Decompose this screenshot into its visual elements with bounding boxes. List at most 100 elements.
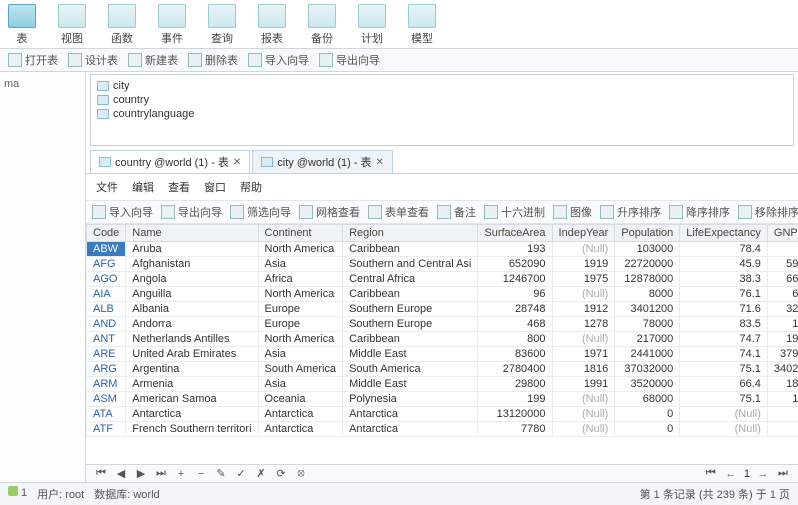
- cell-GNP[interactable]: 19: [767, 332, 798, 347]
- cell-LifeExpectancy[interactable]: (Null): [680, 422, 768, 437]
- cell-Code[interactable]: AFG: [87, 257, 126, 272]
- cell-GNP[interactable]: [767, 422, 798, 437]
- cell-SurfaceArea[interactable]: 193: [478, 242, 552, 257]
- cell-LifeExpectancy[interactable]: (Null): [680, 407, 768, 422]
- cell-Code[interactable]: ARG: [87, 362, 126, 377]
- col-LifeExpectancy[interactable]: LifeExpectancy: [680, 225, 768, 242]
- cell-Code[interactable]: ALB: [87, 302, 126, 317]
- table-row[interactable]: AFGAfghanistanAsiaSouthern and Central A…: [87, 257, 798, 272]
- cell-Name[interactable]: Albania: [126, 302, 258, 317]
- nav-next[interactable]: ▶: [134, 467, 148, 480]
- gridtool-移除排序[interactable]: 移除排序: [738, 204, 798, 220]
- nav-delete[interactable]: −: [194, 468, 208, 480]
- table-item[interactable]: country: [97, 93, 787, 107]
- table-item[interactable]: city: [97, 79, 787, 93]
- cell-Population[interactable]: 0: [615, 407, 680, 422]
- table-row[interactable]: AGOAngolaAfricaCentral Africa12467001975…: [87, 272, 798, 287]
- gridtool-筛选向导[interactable]: 筛选向导: [230, 204, 291, 220]
- cell-Population[interactable]: 0: [615, 422, 680, 437]
- cell-SurfaceArea[interactable]: 468: [478, 317, 552, 332]
- gridtool-备注[interactable]: 备注: [437, 204, 476, 220]
- close-icon[interactable]: ✕: [376, 157, 384, 168]
- table-row[interactable]: ARMArmeniaAsiaMiddle East298001991352000…: [87, 377, 798, 392]
- col-IndepYear[interactable]: IndepYear: [552, 225, 615, 242]
- cell-Population[interactable]: 22720000: [615, 257, 680, 272]
- cell-LifeExpectancy[interactable]: 83.5: [680, 317, 768, 332]
- cell-Population[interactable]: 2441000: [615, 347, 680, 362]
- tool-新建表[interactable]: 新建表: [128, 52, 178, 68]
- cell-Code[interactable]: AIA: [87, 287, 126, 302]
- cell-Name[interactable]: Angola: [126, 272, 258, 287]
- cell-LifeExpectancy[interactable]: 75.1: [680, 392, 768, 407]
- cell-Name[interactable]: Andorra: [126, 317, 258, 332]
- tool-设计表[interactable]: 设计表: [68, 52, 118, 68]
- cell-GNP[interactable]: 1: [767, 317, 798, 332]
- table-row[interactable]: ANTNetherlands AntillesNorth AmericaCari…: [87, 332, 798, 347]
- menu-文件[interactable]: 文件: [96, 179, 118, 195]
- col-Population[interactable]: Population: [615, 225, 680, 242]
- menu-帮助[interactable]: 帮助: [240, 179, 262, 195]
- cell-Region[interactable]: Middle East: [343, 347, 478, 362]
- cell-Name[interactable]: Aruba: [126, 242, 258, 257]
- cell-Code[interactable]: ATF: [87, 422, 126, 437]
- nav-stop[interactable]: ⦻: [294, 467, 308, 480]
- cell-Continent[interactable]: Africa: [258, 272, 343, 287]
- cell-IndepYear[interactable]: 1912: [552, 302, 615, 317]
- cell-SurfaceArea[interactable]: 1246700: [478, 272, 552, 287]
- cell-IndepYear[interactable]: (Null): [552, 242, 615, 257]
- cell-GNP[interactable]: 1: [767, 392, 798, 407]
- cell-GNP[interactable]: [767, 242, 798, 257]
- cell-Continent[interactable]: Asia: [258, 257, 343, 272]
- cell-Region[interactable]: Caribbean: [343, 242, 478, 257]
- ribbon-模型[interactable]: 模型: [408, 4, 436, 46]
- cell-LifeExpectancy[interactable]: 75.1: [680, 362, 768, 377]
- cell-Region[interactable]: Southern Europe: [343, 302, 478, 317]
- nav-edit[interactable]: ✎: [214, 467, 228, 480]
- nav-refresh[interactable]: ⟳: [274, 467, 288, 480]
- cell-Continent[interactable]: Asia: [258, 377, 343, 392]
- cell-Population[interactable]: 68000: [615, 392, 680, 407]
- cell-LifeExpectancy[interactable]: 71.6: [680, 302, 768, 317]
- cell-IndepYear[interactable]: 1975: [552, 272, 615, 287]
- cell-IndepYear[interactable]: (Null): [552, 407, 615, 422]
- gridtool-十六进制[interactable]: 十六进制: [484, 204, 545, 220]
- cell-LifeExpectancy[interactable]: 78.4: [680, 242, 768, 257]
- cell-LifeExpectancy[interactable]: 66.4: [680, 377, 768, 392]
- cell-Region[interactable]: Caribbean: [343, 287, 478, 302]
- nav-add[interactable]: +: [174, 468, 188, 480]
- nav-cancel[interactable]: ✗: [254, 467, 268, 480]
- gridtool-表单查看[interactable]: 表单查看: [368, 204, 429, 220]
- cell-GNP[interactable]: 66: [767, 272, 798, 287]
- gridtool-导入向导[interactable]: 导入向导: [92, 204, 153, 220]
- table-row[interactable]: AIAAnguillaNorth AmericaCaribbean96(Null…: [87, 287, 798, 302]
- table-row[interactable]: AREUnited Arab EmiratesAsiaMiddle East83…: [87, 347, 798, 362]
- cell-IndepYear[interactable]: 1278: [552, 317, 615, 332]
- cell-GNP[interactable]: 32: [767, 302, 798, 317]
- cell-SurfaceArea[interactable]: 83600: [478, 347, 552, 362]
- ribbon-计划[interactable]: 计划: [358, 4, 386, 46]
- cell-Population[interactable]: 78000: [615, 317, 680, 332]
- nav-ok[interactable]: ✓: [234, 467, 248, 480]
- page-last[interactable]: ⏭: [776, 467, 790, 480]
- ribbon-备份[interactable]: 备份: [308, 4, 336, 46]
- cell-Code[interactable]: ASM: [87, 392, 126, 407]
- table-row[interactable]: ASMAmerican SamoaOceaniaPolynesia199(Nul…: [87, 392, 798, 407]
- col-Code[interactable]: Code: [87, 225, 126, 242]
- ribbon-视图[interactable]: 视图: [58, 4, 86, 46]
- cell-Region[interactable]: Southern and Central Asi: [343, 257, 478, 272]
- col-Name[interactable]: Name: [126, 225, 258, 242]
- cell-SurfaceArea[interactable]: 800: [478, 332, 552, 347]
- cell-SurfaceArea[interactable]: 28748: [478, 302, 552, 317]
- table-item[interactable]: countrylanguage: [97, 107, 787, 121]
- cell-IndepYear[interactable]: (Null): [552, 422, 615, 437]
- col-SurfaceArea[interactable]: SurfaceArea: [478, 225, 552, 242]
- cell-Region[interactable]: Southern Europe: [343, 317, 478, 332]
- cell-Continent[interactable]: Europe: [258, 302, 343, 317]
- nav-first[interactable]: ⏮: [94, 467, 108, 480]
- table-row[interactable]: ATAAntarcticaAntarcticaAntarctica1312000…: [87, 407, 798, 422]
- cell-IndepYear[interactable]: 1919: [552, 257, 615, 272]
- table-row[interactable]: ABWArubaNorth AmericaCaribbean193(Null)1…: [87, 242, 798, 257]
- cell-SurfaceArea[interactable]: 199: [478, 392, 552, 407]
- tool-导入向导[interactable]: 导入向导: [248, 52, 309, 68]
- cell-IndepYear[interactable]: 1816: [552, 362, 615, 377]
